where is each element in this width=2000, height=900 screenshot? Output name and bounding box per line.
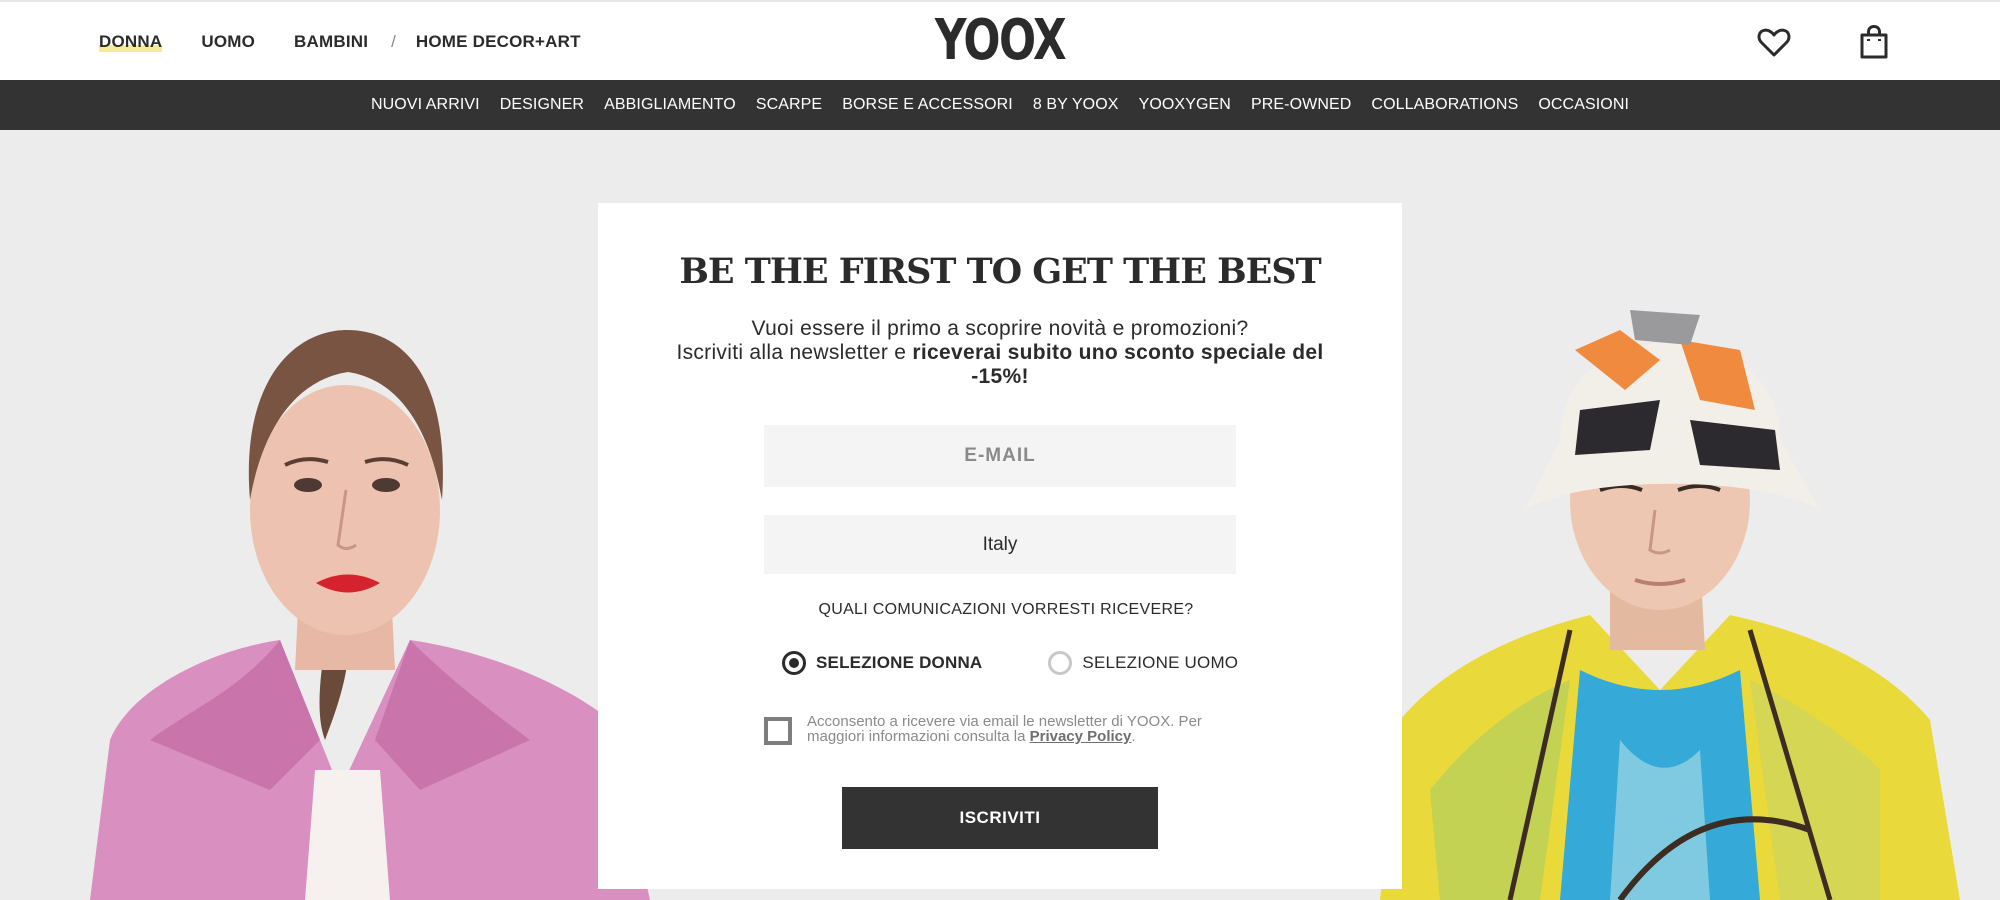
category-pre-owned[interactable]: PRE-OWNED bbox=[1251, 96, 1351, 114]
radio-selected-icon bbox=[782, 651, 806, 675]
category-8-by-yoox[interactable]: 8 BY YOOX bbox=[1033, 96, 1119, 114]
privacy-policy-link[interactable]: Privacy Policy bbox=[1030, 728, 1132, 745]
yoox-logo[interactable]: YOOX bbox=[220, 8, 1780, 73]
category-occasioni[interactable]: OCCASIONI bbox=[1538, 96, 1629, 114]
category-nav: NUOVI ARRIVI DESIGNER ABBIGLIAMENTO SCAR… bbox=[0, 80, 2000, 130]
category-scarpe[interactable]: SCARPE bbox=[756, 96, 822, 114]
radio-selezione-uomo[interactable]: SELEZIONE UOMO bbox=[1048, 651, 1238, 675]
consent-row: Acconsento a ricevere via email le newsl… bbox=[764, 714, 1244, 745]
nav-donna[interactable]: DONNA bbox=[99, 32, 162, 52]
radio-unselected-icon bbox=[1048, 651, 1073, 675]
country-select[interactable]: Italy bbox=[764, 515, 1236, 574]
country-value: Italy bbox=[982, 533, 1018, 555]
radio-label-uomo: SELEZIONE UOMO bbox=[1082, 653, 1239, 672]
consent-suffix: . bbox=[1131, 728, 1136, 745]
subscribe-button[interactable]: ISCRIVITI bbox=[842, 787, 1158, 849]
subtitle-discount: riceverai subito uno sconto speciale del… bbox=[912, 341, 1324, 388]
header-actions bbox=[1692, 24, 1892, 60]
consent-text: Acconsento a ricevere via email le newsl… bbox=[807, 714, 1244, 745]
email-input[interactable] bbox=[764, 425, 1236, 487]
consent-checkbox[interactable] bbox=[764, 717, 792, 745]
radio-selezione-donna[interactable]: SELEZIONE DONNA bbox=[782, 651, 982, 675]
top-header: DONNA UOMO BAMBINI / HOME DECOR+ART YOOX bbox=[0, 0, 2000, 80]
communication-question: QUALI COMUNICAZIONI VORRESTI RICEVERE? bbox=[818, 601, 1194, 618]
category-abbigliamento[interactable]: ABBIGLIAMENTO bbox=[604, 96, 736, 114]
category-collaborations[interactable]: COLLABORATIONS bbox=[1371, 96, 1518, 114]
heart-icon[interactable] bbox=[1756, 24, 1792, 60]
category-yooxygen[interactable]: YOOXYGEN bbox=[1139, 96, 1231, 114]
subtitle-line2: Iscriviti alla newsletter e bbox=[676, 341, 913, 364]
model-right-image bbox=[1380, 310, 1960, 900]
consent-body: Acconsento a ricevere via email le newsl… bbox=[807, 713, 1202, 745]
selection-radio-group: SELEZIONE DONNA SELEZIONE UOMO bbox=[782, 651, 1238, 675]
category-designer[interactable]: DESIGNER bbox=[500, 96, 584, 114]
newsletter-subtitle: Vuoi essere il primo a scoprire novità e… bbox=[660, 317, 1340, 389]
subtitle-line1: Vuoi essere il primo a scoprire novità e… bbox=[751, 317, 1249, 340]
newsletter-card: BE THE FIRST TO GET THE BEST Vuoi essere… bbox=[598, 203, 1402, 889]
category-nuovi-arrivi[interactable]: NUOVI ARRIVI bbox=[371, 96, 480, 114]
shopping-bag-icon[interactable] bbox=[1856, 24, 1892, 60]
category-borse-e-accessori[interactable]: BORSE E ACCESSORI bbox=[842, 96, 1013, 114]
newsletter-title: BE THE FIRST TO GET THE BEST bbox=[679, 251, 1321, 292]
radio-label-donna: SELEZIONE DONNA bbox=[816, 653, 983, 672]
